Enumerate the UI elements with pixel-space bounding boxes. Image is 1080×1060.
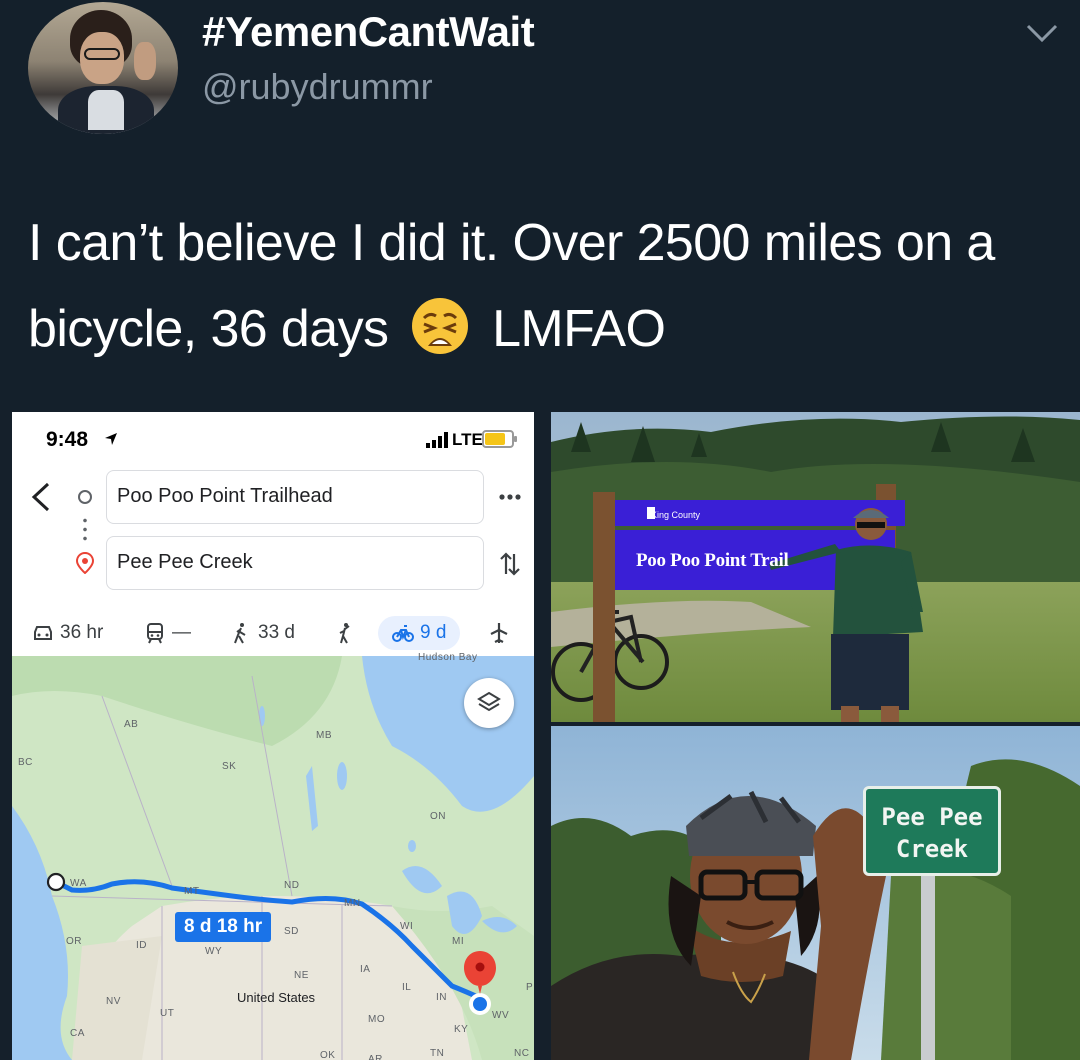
display-name[interactable]: #YemenCantWait xyxy=(202,8,535,56)
map-label-ut: UT xyxy=(160,1008,175,1019)
more-options-icon[interactable] xyxy=(496,482,524,512)
map-view[interactable]: Hudson Bay AB BC SK MB ON WA MT ND MN WI… xyxy=(12,652,534,1060)
trail-sign-name: Poo Poo Point Trail xyxy=(636,550,789,571)
status-bar: 9:48 LTE xyxy=(12,412,534,468)
layers-icon xyxy=(477,691,501,712)
back-icon[interactable] xyxy=(28,480,54,514)
map-label-nd: ND xyxy=(284,880,300,891)
map-label-sd: SD xyxy=(284,926,299,937)
map-label-id: ID xyxy=(136,940,147,951)
map-label-il: IL xyxy=(402,982,412,993)
mode-drive-label: 36 hr xyxy=(60,622,104,643)
map-label-mo: MO xyxy=(368,1014,386,1025)
mode-transit[interactable]: — xyxy=(144,616,191,650)
map-label-ky: KY xyxy=(454,1024,469,1035)
map-label-mt: MT xyxy=(184,886,200,897)
car-icon xyxy=(34,626,52,640)
origin-input[interactable]: Poo Poo Point Trailhead xyxy=(106,470,484,524)
maps-screenshot: 9:48 LTE Poo Poo Point Trailhead Pee Pee… xyxy=(12,412,534,1060)
map-label-tn: TN xyxy=(430,1048,445,1059)
mode-walk[interactable]: 33 d xyxy=(230,616,295,650)
rideshare-icon xyxy=(339,623,350,644)
battery-icon xyxy=(482,430,517,448)
status-time: 9:48 xyxy=(46,428,89,451)
creek-photo: Pee Pee Creek xyxy=(551,726,1080,1060)
mode-bike[interactable]: 9 d xyxy=(378,616,461,650)
map-label-hudson-bay: Hudson Bay xyxy=(418,652,478,663)
mode-bike-label: 9 d xyxy=(420,622,447,643)
train-icon xyxy=(147,623,163,644)
airplane-icon xyxy=(490,623,508,643)
trailhead-photo: King County Poo Poo Point Trail xyxy=(551,412,1080,722)
tweet-text-end: LMFAO xyxy=(492,300,666,358)
map-label-ab: AB xyxy=(124,719,139,730)
map-label-in: IN xyxy=(436,992,447,1003)
tweet: #YemenCantWait @rubydrummr I can’t belie… xyxy=(0,0,1080,410)
layers-button[interactable] xyxy=(464,678,514,728)
map-label-ne: NE xyxy=(294,970,309,981)
map-label-mb: MB xyxy=(316,730,332,741)
map-label-oh: P xyxy=(526,982,534,993)
map-label-wa: WA xyxy=(70,878,87,889)
bicycle-icon xyxy=(392,625,414,642)
destination-input[interactable]: Pee Pee Creek xyxy=(106,536,484,590)
mode-rideshare[interactable] xyxy=(334,616,362,650)
map-label-on: ON xyxy=(430,811,446,822)
mode-transit-label: — xyxy=(172,622,191,643)
map-label-ia: IA xyxy=(360,964,371,975)
mode-walk-label: 33 d xyxy=(258,622,295,643)
travel-mode-bar: 36 hr — 33 d 9 d xyxy=(12,608,534,654)
weary-face-icon xyxy=(412,298,469,354)
mode-drive[interactable]: 36 hr xyxy=(32,616,103,650)
walking-icon xyxy=(234,623,246,644)
origin-marker-icon xyxy=(78,490,92,504)
map-label-wv: WV xyxy=(492,1010,510,1021)
network-label: LTE xyxy=(452,430,483,449)
map-label-ca: CA xyxy=(70,1028,85,1039)
creek-sign-line1: Pee Pee xyxy=(881,803,983,831)
tweet-text: I can’t believe I did it. Over 2500 mile… xyxy=(28,200,1058,372)
map-label-nv: NV xyxy=(106,996,121,1007)
creek-sign: Pee Pee Creek xyxy=(863,786,1001,876)
destination-pin-icon xyxy=(76,552,94,574)
map-label-mn: MN xyxy=(344,898,361,909)
map-label-country: United States xyxy=(237,990,316,1005)
map-label-ar: AR xyxy=(368,1054,383,1060)
route-dots-icon xyxy=(83,516,87,542)
map-label-wy: WY xyxy=(205,946,223,957)
map-label-ok: OK xyxy=(320,1050,336,1060)
chevron-down-icon[interactable] xyxy=(1020,14,1064,54)
map-label-or: OR xyxy=(66,936,82,947)
swap-direction-icon[interactable] xyxy=(498,550,522,578)
map-label-mi: MI xyxy=(452,936,465,947)
route-duration-badge[interactable]: 8 d 18 hr xyxy=(175,912,272,942)
trail-sign-org: King County xyxy=(651,510,701,520)
map-label-wi: WI xyxy=(400,921,414,932)
avatar[interactable] xyxy=(28,2,178,134)
map-label-sk: SK xyxy=(222,761,237,772)
creek-sign-line2: Creek xyxy=(895,835,969,863)
location-arrow-icon xyxy=(105,433,117,445)
map-label-nc: NC xyxy=(514,1048,530,1059)
user-handle[interactable]: @rubydrummr xyxy=(202,66,433,108)
mode-flight[interactable] xyxy=(488,616,516,650)
map-label-bc: BC xyxy=(18,757,33,768)
